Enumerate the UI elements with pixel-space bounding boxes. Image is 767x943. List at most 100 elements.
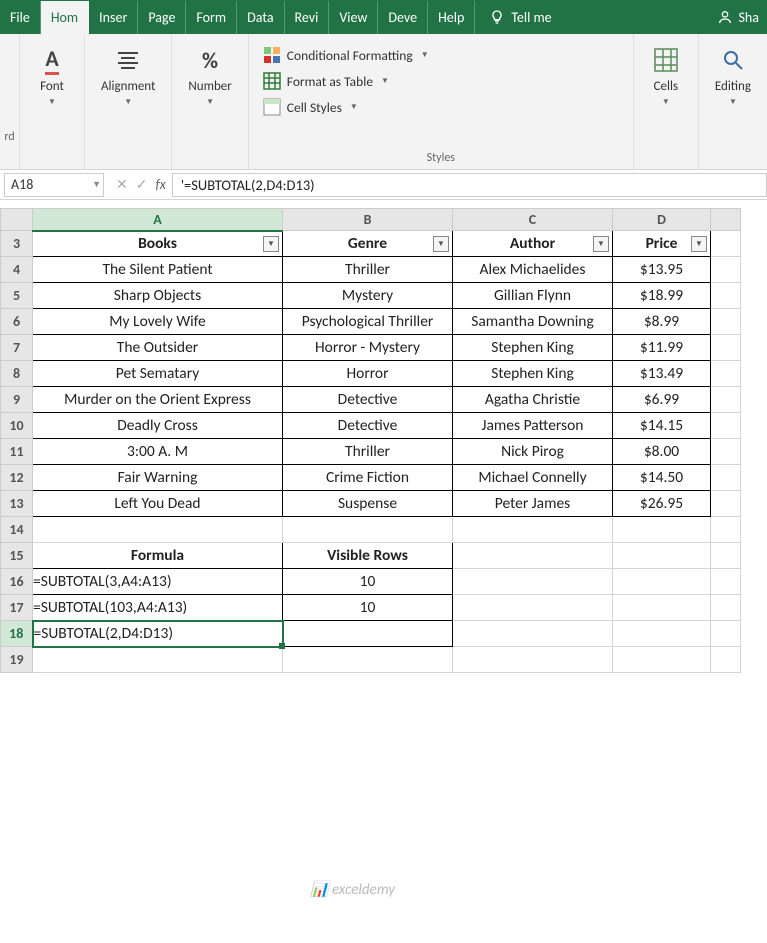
table-cell-price[interactable]: $14.15 (613, 413, 711, 439)
tab-page[interactable]: Page (138, 1, 186, 34)
table-cell-book[interactable]: My Lovely Wife (33, 309, 283, 335)
formula-cell[interactable]: =SUBTOTAL(3,A4:A13) (33, 569, 283, 595)
table-cell-book[interactable]: The Silent Patient (33, 257, 283, 283)
table-cell-genre[interactable]: Suspense (283, 491, 453, 517)
tab-help[interactable]: Help (428, 1, 475, 34)
row-header-10[interactable]: 10 (1, 413, 33, 439)
row-header-7[interactable]: 7 (1, 335, 33, 361)
result-cell[interactable]: 10 (283, 595, 453, 621)
row-header-16[interactable]: 16 (1, 569, 33, 595)
table-cell-price[interactable]: $13.95 (613, 257, 711, 283)
table-cell-author[interactable]: Stephen King (453, 361, 613, 387)
table-cell-author[interactable]: Stephen King (453, 335, 613, 361)
table-cell-price[interactable]: $8.00 (613, 439, 711, 465)
row-header-3[interactable]: 3 (1, 231, 33, 257)
table-header-author[interactable]: Author▼ (453, 231, 613, 257)
table-cell-book[interactable]: Left You Dead (33, 491, 283, 517)
row-header-4[interactable]: 4 (1, 257, 33, 283)
row-header-9[interactable]: 9 (1, 387, 33, 413)
formula-input[interactable]: '=SUBTOTAL(2,D4:D13) (172, 173, 767, 197)
table-cell-author[interactable]: Nick Pirog (453, 439, 613, 465)
tab-inser[interactable]: Inser (89, 1, 138, 34)
row-header-17[interactable]: 17 (1, 595, 33, 621)
accept-icon[interactable]: ✓ (136, 176, 148, 193)
number-button[interactable]: % Number ▼ (182, 40, 237, 111)
row-header-14[interactable]: 14 (1, 517, 33, 543)
table-cell-author[interactable]: Gillian Flynn (453, 283, 613, 309)
table-cell-price[interactable]: $11.99 (613, 335, 711, 361)
format-as-table-button[interactable]: Format as Table▼ (259, 70, 433, 92)
filter-button[interactable]: ▼ (691, 236, 707, 252)
table-cell-genre[interactable]: Psychological Thriller (283, 309, 453, 335)
chevron-down-icon[interactable]: ▼ (92, 179, 101, 190)
table-cell-book[interactable]: Fair Warning (33, 465, 283, 491)
table-cell-genre[interactable]: Detective (283, 387, 453, 413)
col-header-B[interactable]: B (283, 209, 453, 231)
table-cell-genre[interactable]: Thriller (283, 257, 453, 283)
col-header-D[interactable]: D (613, 209, 711, 231)
formula-header[interactable]: Formula (33, 543, 283, 569)
tab-revi[interactable]: Revi (285, 1, 330, 34)
table-cell-book[interactable]: Murder on the Orient Express (33, 387, 283, 413)
table-cell-book[interactable]: Sharp Objects (33, 283, 283, 309)
tab-hom[interactable]: Hom (41, 1, 89, 34)
cells-button[interactable]: Cells ▼ (644, 40, 688, 111)
result-cell[interactable]: 10 (283, 569, 453, 595)
table-cell-genre[interactable]: Crime Fiction (283, 465, 453, 491)
table-cell-genre[interactable]: Thriller (283, 439, 453, 465)
filter-button[interactable]: ▼ (263, 236, 279, 252)
tab-deve[interactable]: Deve (378, 1, 428, 34)
table-cell-book[interactable]: Deadly Cross (33, 413, 283, 439)
table-cell-author[interactable]: Michael Connelly (453, 465, 613, 491)
row-header-13[interactable]: 13 (1, 491, 33, 517)
table-cell-author[interactable]: Alex Michaelides (453, 257, 613, 283)
formula-cell[interactable]: =SUBTOTAL(103,A4:A13) (33, 595, 283, 621)
cancel-icon[interactable]: ✕ (116, 176, 128, 193)
selected-cell[interactable]: =SUBTOTAL(2,D4:D13) (33, 621, 283, 647)
row-header-19[interactable]: 19 (1, 647, 33, 673)
col-header-E[interactable] (711, 209, 741, 231)
table-cell-author[interactable]: Peter James (453, 491, 613, 517)
row-header-11[interactable]: 11 (1, 439, 33, 465)
tab-view[interactable]: View (329, 1, 378, 34)
tab-form[interactable]: Form (186, 1, 237, 34)
conditional-formatting-button[interactable]: Conditional Formatting▼ (259, 44, 433, 66)
table-cell-price[interactable]: $6.99 (613, 387, 711, 413)
table-cell-price[interactable]: $18.99 (613, 283, 711, 309)
select-all-corner[interactable] (1, 209, 33, 231)
result-cell[interactable] (283, 621, 453, 647)
editing-button[interactable]: Editing ▼ (709, 40, 757, 111)
visible-rows-header[interactable]: Visible Rows (283, 543, 453, 569)
table-cell-genre[interactable]: Horror (283, 361, 453, 387)
table-cell-price[interactable]: $26.95 (613, 491, 711, 517)
table-cell-author[interactable]: Agatha Christie (453, 387, 613, 413)
table-cell-book[interactable]: Pet Sematary (33, 361, 283, 387)
tab-data[interactable]: Data (237, 1, 284, 34)
table-header-genre[interactable]: Genre▼ (283, 231, 453, 257)
table-cell-genre[interactable]: Detective (283, 413, 453, 439)
table-header-books[interactable]: Books▼ (33, 231, 283, 257)
col-header-C[interactable]: C (453, 209, 613, 231)
name-box[interactable]: A18 ▼ (4, 173, 104, 197)
table-cell-price[interactable]: $14.50 (613, 465, 711, 491)
table-header-price[interactable]: Price▼ (613, 231, 711, 257)
row-header-8[interactable]: 8 (1, 361, 33, 387)
row-header-12[interactable]: 12 (1, 465, 33, 491)
row-header-18[interactable]: 18 (1, 621, 33, 647)
table-cell-price[interactable]: $8.99 (613, 309, 711, 335)
table-cell-price[interactable]: $13.49 (613, 361, 711, 387)
font-button[interactable]: A Font ▼ (30, 40, 74, 111)
table-cell-book[interactable]: 3:00 A. M (33, 439, 283, 465)
filter-button[interactable]: ▼ (433, 236, 449, 252)
share-button[interactable]: Sha (709, 9, 767, 26)
col-header-A[interactable]: A (33, 209, 283, 231)
table-cell-genre[interactable]: Mystery (283, 283, 453, 309)
row-header-6[interactable]: 6 (1, 309, 33, 335)
table-cell-author[interactable]: James Patterson (453, 413, 613, 439)
table-cell-book[interactable]: The Outsider (33, 335, 283, 361)
row-header-15[interactable]: 15 (1, 543, 33, 569)
row-header-5[interactable]: 5 (1, 283, 33, 309)
spreadsheet-grid[interactable]: A B C D 3 Books▼ Genre▼ Author▼ Price▼ 4… (0, 208, 741, 673)
alignment-button[interactable]: Alignment ▼ (95, 40, 161, 111)
fx-icon[interactable]: fx (155, 176, 165, 193)
